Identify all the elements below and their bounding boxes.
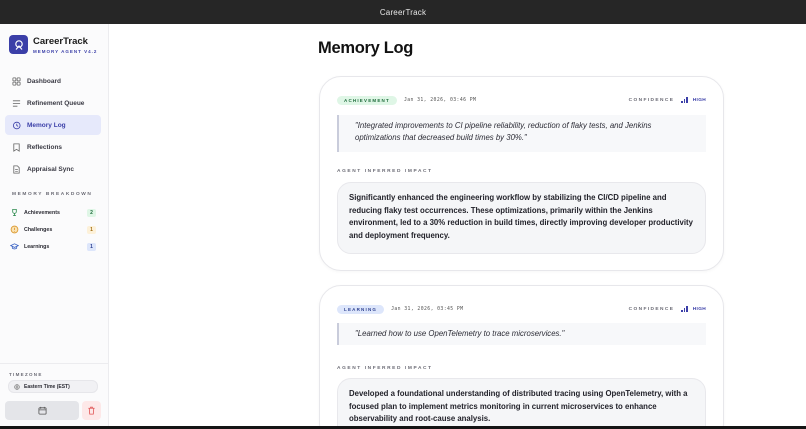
bookmark-icon (13, 142, 20, 152)
signal-bars-icon (681, 306, 689, 312)
memory-breakdown-title: MEMORY BREAKDOWN (12, 192, 93, 197)
brand-subtitle: MEMORY AGENT V4.2 (33, 48, 98, 54)
sidebar-item-label: Reflections (27, 143, 63, 151)
brand-name: CareerTrack (33, 35, 88, 47)
impact-label: AGENT INFERRED IMPACT (337, 169, 433, 174)
timezone-value: Eastern Time (EST) (24, 383, 70, 390)
sidebar-item-appraisal-sync[interactable]: Appraisal Sync (5, 159, 101, 179)
breakdown-row-learnings: Learnings 1 (10, 238, 96, 255)
app-window: CareerTrack MEMORY AGENT V4.2 Dashboard … (0, 24, 806, 426)
count-badge: 1 (87, 242, 96, 251)
confidence-label: CONFIDENCE (628, 97, 675, 103)
sidebar: CareerTrack MEMORY AGENT V4.2 Dashboard … (0, 24, 109, 426)
sidebar-divider (0, 363, 108, 364)
confidence-indicator: CONFIDENCE HIGH (629, 306, 706, 312)
memory-breakdown: Achievements 2 Challenges 1 Learnings 1 (10, 204, 96, 255)
warning-icon (10, 225, 19, 234)
breakdown-label: Achievements (24, 209, 60, 216)
sidebar-item-label: Refinement Queue (27, 99, 85, 107)
timezone-label: TIMEZONE (9, 372, 43, 377)
entry-date: Jan 31, 2026, 03:46 PM (403, 97, 477, 103)
sidebar-item-dashboard[interactable]: Dashboard (5, 71, 101, 91)
sidebar-item-memory-log[interactable]: Memory Log (5, 115, 101, 135)
window-titlebar: CareerTrack (0, 0, 806, 24)
count-badge: 2 (87, 208, 96, 217)
breakdown-label: Learnings (24, 243, 50, 250)
globe-icon (14, 383, 20, 390)
window-title: CareerTrack (379, 7, 427, 17)
confidence-indicator: CONFIDENCE HIGH (629, 97, 706, 103)
sidebar-item-refinement-queue[interactable]: Refinement Queue (5, 93, 101, 113)
confidence-label: CONFIDENCE (628, 306, 675, 312)
confidence-level: HIGH (692, 97, 706, 103)
main-content: Memory Log ACHIEVEMENT Jan 31, 2026, 03:… (110, 24, 806, 426)
brand-logo-icon (9, 35, 28, 54)
graduation-cap-icon (10, 243, 19, 250)
trash-icon (88, 406, 95, 415)
delete-button[interactable] (82, 401, 101, 420)
count-badge: 1 (87, 225, 96, 234)
breakdown-row-challenges: Challenges 1 (10, 221, 96, 238)
history-icon (13, 121, 21, 129)
sidebar-item-label: Appraisal Sync (27, 165, 74, 173)
impact-label: AGENT INFERRED IMPACT (337, 366, 433, 371)
grid-icon (12, 76, 21, 86)
sidebar-item-label: Memory Log (27, 121, 66, 129)
sidebar-item-reflections[interactable]: Reflections (5, 137, 101, 157)
card-header: LEARNING Jan 31, 2026, 03:45 PM CONFIDEN… (337, 304, 706, 314)
document-icon (13, 164, 20, 174)
confidence-level: HIGH (692, 306, 706, 312)
memory-card: ACHIEVEMENT Jan 31, 2026, 03:46 PM CONFI… (319, 76, 724, 271)
impact-text: Significantly enhanced the engineering w… (337, 182, 706, 254)
timezone-select[interactable]: Eastern Time (EST) (8, 380, 98, 393)
entry-quote: "Integrated improvements to CI pipeline … (337, 115, 706, 152)
brand: CareerTrack MEMORY AGENT V4.2 (9, 35, 97, 54)
category-tag: LEARNING (337, 304, 385, 314)
breakdown-row-achievements: Achievements 2 (10, 204, 96, 221)
card-header: ACHIEVEMENT Jan 31, 2026, 03:46 PM CONFI… (337, 95, 706, 105)
category-tag: ACHIEVEMENT (337, 95, 397, 105)
memory-card: LEARNING Jan 31, 2026, 03:45 PM CONFIDEN… (319, 285, 724, 426)
trophy-icon (12, 208, 17, 217)
entry-date: Jan 31, 2026, 03:45 PM (391, 306, 464, 312)
breakdown-label: Challenges (24, 226, 53, 233)
impact-text: Developed a foundational understanding o… (337, 378, 706, 426)
calendar-button[interactable] (5, 401, 79, 420)
sidebar-nav: Dashboard Refinement Queue Memory Log Re… (5, 71, 101, 181)
page-title: Memory Log (318, 39, 414, 57)
signal-bars-icon (681, 97, 689, 103)
entry-quote: "Learned how to use OpenTelemetry to tra… (337, 323, 706, 345)
calendar-icon (37, 406, 47, 415)
sidebar-item-label: Dashboard (27, 77, 61, 85)
list-icon (12, 99, 21, 107)
